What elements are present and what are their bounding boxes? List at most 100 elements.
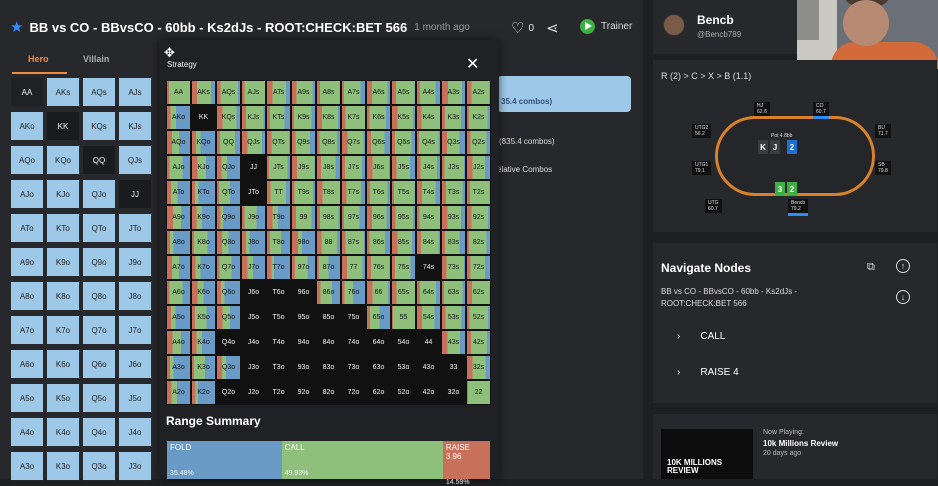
hand-cell[interactable]: K4s: [416, 105, 441, 130]
hand-cell[interactable]: A5o: [166, 305, 191, 330]
hand-cell[interactable]: A9o: [166, 205, 191, 230]
hand-cell[interactable]: T4o: [266, 330, 291, 355]
relative-combos-label[interactable]: elative Combos: [497, 165, 552, 174]
hand-cell[interactable]: 32o: [441, 380, 466, 405]
hand-cell[interactable]: T3o: [266, 355, 291, 380]
hand-cell[interactable]: 44: [416, 330, 441, 355]
hand-cell[interactable]: 86o: [316, 280, 341, 305]
now-playing-title[interactable]: 10k Millions Review: [763, 439, 838, 448]
hand-cell[interactable]: K8s: [316, 105, 341, 130]
hand-cell[interactable]: 65s: [391, 280, 416, 305]
hand-cell[interactable]: K5o: [191, 305, 216, 330]
hand-cell[interactable]: A9s: [291, 80, 316, 105]
selection-bar[interactable]: 35.4 combos): [497, 76, 631, 112]
hand-cell[interactable]: 76o: [341, 280, 366, 305]
hand-cell[interactable]: 72s: [466, 255, 491, 280]
background-hand-cell[interactable]: K3o: [46, 451, 80, 481]
hand-cell[interactable]: 43o: [416, 355, 441, 380]
hand-cell[interactable]: AA: [166, 80, 191, 105]
hand-cell[interactable]: 98o: [291, 230, 316, 255]
background-hand-cell[interactable]: AQo: [10, 145, 44, 175]
hand-cell[interactable]: 83o: [316, 355, 341, 380]
hand-cell[interactable]: K6s: [366, 105, 391, 130]
hand-cell[interactable]: A6o: [166, 280, 191, 305]
hand-cell[interactable]: 93s: [441, 205, 466, 230]
trainer-button[interactable]: Trainer: [580, 19, 632, 34]
hand-cell[interactable]: J3o: [241, 355, 266, 380]
background-hand-cell[interactable]: AJo: [10, 179, 44, 209]
hand-cell[interactable]: 32s: [466, 355, 491, 380]
background-hand-cell[interactable]: QTo: [82, 213, 116, 243]
hand-cell[interactable]: 84s: [416, 230, 441, 255]
share-icon[interactable]: ⋖: [546, 19, 559, 37]
hand-cell[interactable]: 42s: [466, 330, 491, 355]
hand-cell[interactable]: J6s: [366, 155, 391, 180]
hand-cell[interactable]: KJs: [241, 105, 266, 130]
hand-cell[interactable]: 76s: [366, 255, 391, 280]
hand-cell[interactable]: K9s: [291, 105, 316, 130]
hand-cell[interactable]: 84o: [316, 330, 341, 355]
hand-cell[interactable]: 75o: [341, 305, 366, 330]
hand-cell[interactable]: KTs: [266, 105, 291, 130]
hand-cell[interactable]: Q5s: [391, 130, 416, 155]
hand-cell[interactable]: Q4s: [416, 130, 441, 155]
hand-cell[interactable]: 95s: [391, 205, 416, 230]
hand-cell[interactable]: QJo: [216, 155, 241, 180]
hand-cell[interactable]: T9o: [266, 205, 291, 230]
hand-cell[interactable]: A7o: [166, 255, 191, 280]
hand-cell[interactable]: J9o: [241, 205, 266, 230]
hand-cell[interactable]: JTs: [266, 155, 291, 180]
background-hand-cell[interactable]: KK: [46, 111, 80, 141]
hand-cell[interactable]: 94o: [291, 330, 316, 355]
hand-cell[interactable]: 82s: [466, 230, 491, 255]
hand-cell[interactable]: J8o: [241, 230, 266, 255]
background-hand-cell[interactable]: A8o: [10, 281, 44, 311]
hand-cell[interactable]: J2s: [466, 155, 491, 180]
hand-cell[interactable]: AKo: [166, 105, 191, 130]
hand-cell[interactable]: 98s: [316, 205, 341, 230]
hand-cell[interactable]: JTo: [241, 180, 266, 205]
background-hand-cell[interactable]: Q9o: [82, 247, 116, 277]
hand-cell[interactable]: 64o: [366, 330, 391, 355]
profile-name[interactable]: Bencb: [697, 13, 734, 27]
hand-cell[interactable]: AJo: [166, 155, 191, 180]
background-hand-cell[interactable]: J4o: [118, 417, 152, 447]
star-icon[interactable]: ★: [10, 18, 23, 36]
background-hand-cell[interactable]: QJs: [118, 145, 152, 175]
hand-cell[interactable]: T8s: [316, 180, 341, 205]
seat-utg2[interactable]: UTG2 56.2: [692, 124, 712, 138]
hand-cell[interactable]: T9s: [291, 180, 316, 205]
avatar[interactable]: [663, 14, 685, 36]
hand-cell[interactable]: 64s: [416, 280, 441, 305]
hand-cell[interactable]: KQo: [191, 130, 216, 155]
hand-cell[interactable]: K6o: [191, 280, 216, 305]
hand-cell[interactable]: J5s: [391, 155, 416, 180]
background-hand-cell[interactable]: A9o: [10, 247, 44, 277]
hand-cell[interactable]: K7s: [341, 105, 366, 130]
hand-cell[interactable]: AKs: [191, 80, 216, 105]
hand-cell[interactable]: K5s: [391, 105, 416, 130]
hand-cell[interactable]: T2s: [466, 180, 491, 205]
hand-cell[interactable]: 83s: [441, 230, 466, 255]
background-hand-cell[interactable]: ATo: [10, 213, 44, 243]
nav-option-raise[interactable]: › RAISE 4: [677, 367, 739, 378]
hand-cell[interactable]: 87s: [341, 230, 366, 255]
tab-hero[interactable]: Hero: [28, 54, 49, 64]
hand-cell[interactable]: J6o: [241, 280, 266, 305]
hand-cell[interactable]: KTo: [191, 180, 216, 205]
hand-cell[interactable]: A3s: [441, 80, 466, 105]
hand-cell[interactable]: JJ: [241, 155, 266, 180]
hand-cell[interactable]: 88: [316, 230, 341, 255]
hand-cell[interactable]: TT: [266, 180, 291, 205]
tab-villain[interactable]: Villain: [83, 54, 109, 64]
hand-cell[interactable]: 94s: [416, 205, 441, 230]
hand-cell[interactable]: T8o: [266, 230, 291, 255]
hand-cell[interactable]: T6o: [266, 280, 291, 305]
arrow-down-icon[interactable]: ↓: [896, 290, 910, 304]
hand-cell[interactable]: ATs: [266, 80, 291, 105]
hand-cell[interactable]: T5s: [391, 180, 416, 205]
background-hand-cell[interactable]: K7o: [46, 315, 80, 345]
hand-cell[interactable]: KQs: [216, 105, 241, 130]
hand-cell[interactable]: 77: [341, 255, 366, 280]
hand-cell[interactable]: K9o: [191, 205, 216, 230]
